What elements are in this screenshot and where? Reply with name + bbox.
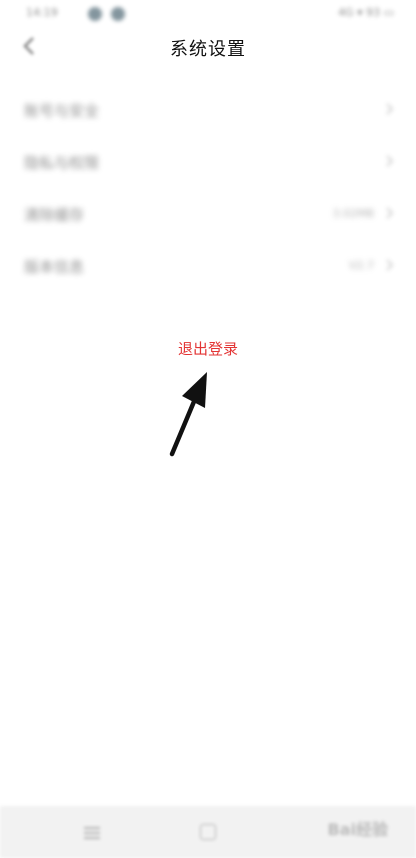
logout-button[interactable]: 退出登录 [0,337,416,360]
chevron-right-icon [386,103,394,115]
menu-icon[interactable] [84,824,100,840]
chevron-right-icon [386,207,394,219]
settings-screen: 14:19 4G ▾ 93 ▭ 系统设置 账号与安全 隐私与权限 清除缓存 3.… [0,0,416,858]
status-time: 14:19 [26,6,58,19]
home-square-icon[interactable] [200,824,216,840]
pointer-arrow-icon [169,372,207,457]
chevron-right-icon [386,155,394,167]
status-bar: 14:19 4G ▾ 93 ▭ [0,0,416,26]
watermark-text: Bai经验 [327,820,388,839]
chevron-right-icon [386,259,394,271]
status-indicators: 4G ▾ 93 ▭ [338,6,394,19]
settings-item-clear-cache[interactable]: 清除缓存 3.02MB [0,188,416,240]
notification-icon [88,7,102,21]
system-navigation-bar: Bai经验 [0,806,416,858]
status-notification-icons [88,6,129,25]
settings-item-label: 版本信息 [24,258,85,276]
page-title: 系统设置 [170,39,246,60]
settings-item-account-security[interactable]: 账号与安全 [0,84,416,136]
nav-bar: 系统设置 [0,26,416,68]
settings-item-label: 账号与安全 [24,102,100,120]
version-value: V2.7 [348,259,374,272]
settings-item-version[interactable]: 版本信息 V2.7 [0,240,416,292]
notification-icon [111,7,126,21]
settings-list: 账号与安全 隐私与权限 清除缓存 3.02MB 版本信息 V2.7 [0,84,416,292]
settings-item-label: 隐私与权限 [24,154,100,172]
settings-item-label: 清除缓存 [24,206,85,224]
cache-size-value: 3.02MB [332,207,374,220]
settings-item-privacy[interactable]: 隐私与权限 [0,136,416,188]
